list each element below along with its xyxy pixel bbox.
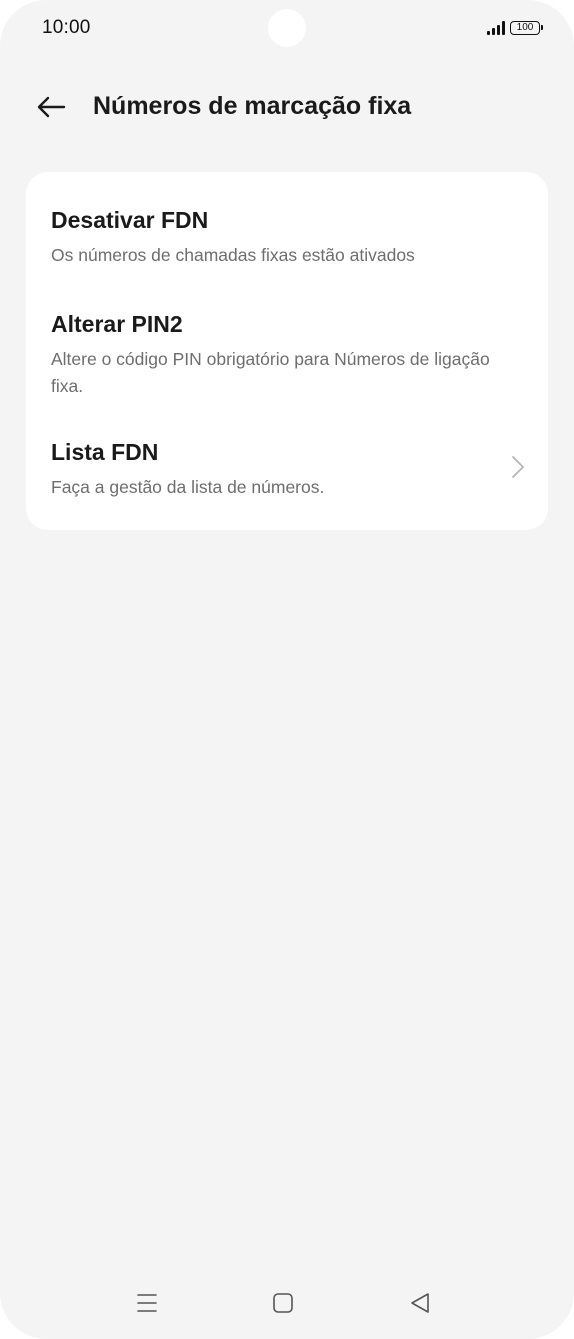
fdn-list-item[interactable]: Lista FDN Faça a gestão da lista de núme… xyxy=(51,437,528,501)
app-header: Números de marcação fixa xyxy=(0,82,574,132)
system-nav-bar xyxy=(0,1280,574,1330)
status-time: 10:00 xyxy=(42,17,91,38)
item-title: Lista FDN xyxy=(51,439,159,465)
chevron-right-icon xyxy=(512,456,524,478)
item-subtitle: Os números de chamadas fixas estão ativa… xyxy=(51,245,415,265)
item-subtitle: Altere o código PIN obrigatório para Núm… xyxy=(51,349,490,396)
back-triangle-icon xyxy=(411,1293,429,1313)
nav-back-button[interactable] xyxy=(405,1288,435,1318)
item-title: Alterar PIN2 xyxy=(51,311,183,337)
menu-button[interactable] xyxy=(132,1288,162,1318)
back-button[interactable] xyxy=(30,88,70,128)
page-title: Números de marcação fixa xyxy=(93,92,412,120)
phone-screen: 10:00 100 Números de marcação fixa Desat… xyxy=(0,0,574,1339)
item-title: Desativar FDN xyxy=(51,207,209,233)
camera-cutout xyxy=(268,9,306,47)
settings-card: Desativar FDN Os números de chamadas fix… xyxy=(26,172,548,530)
battery-icon: 100 xyxy=(510,21,543,35)
change-pin2-item[interactable]: Alterar PIN2 Altere o código PIN obrigat… xyxy=(51,309,491,400)
status-icons: 100 xyxy=(487,21,543,35)
home-button[interactable] xyxy=(268,1288,298,1318)
menu-icon xyxy=(137,1294,157,1312)
item-subtitle: Faça a gestão da lista de números. xyxy=(51,477,325,497)
home-icon xyxy=(273,1293,293,1313)
arrow-left-icon xyxy=(37,96,66,118)
status-bar: 10:00 100 xyxy=(0,0,574,60)
signal-icon xyxy=(487,21,505,35)
disable-fdn-item[interactable]: Desativar FDN Os números de chamadas fix… xyxy=(51,205,528,269)
